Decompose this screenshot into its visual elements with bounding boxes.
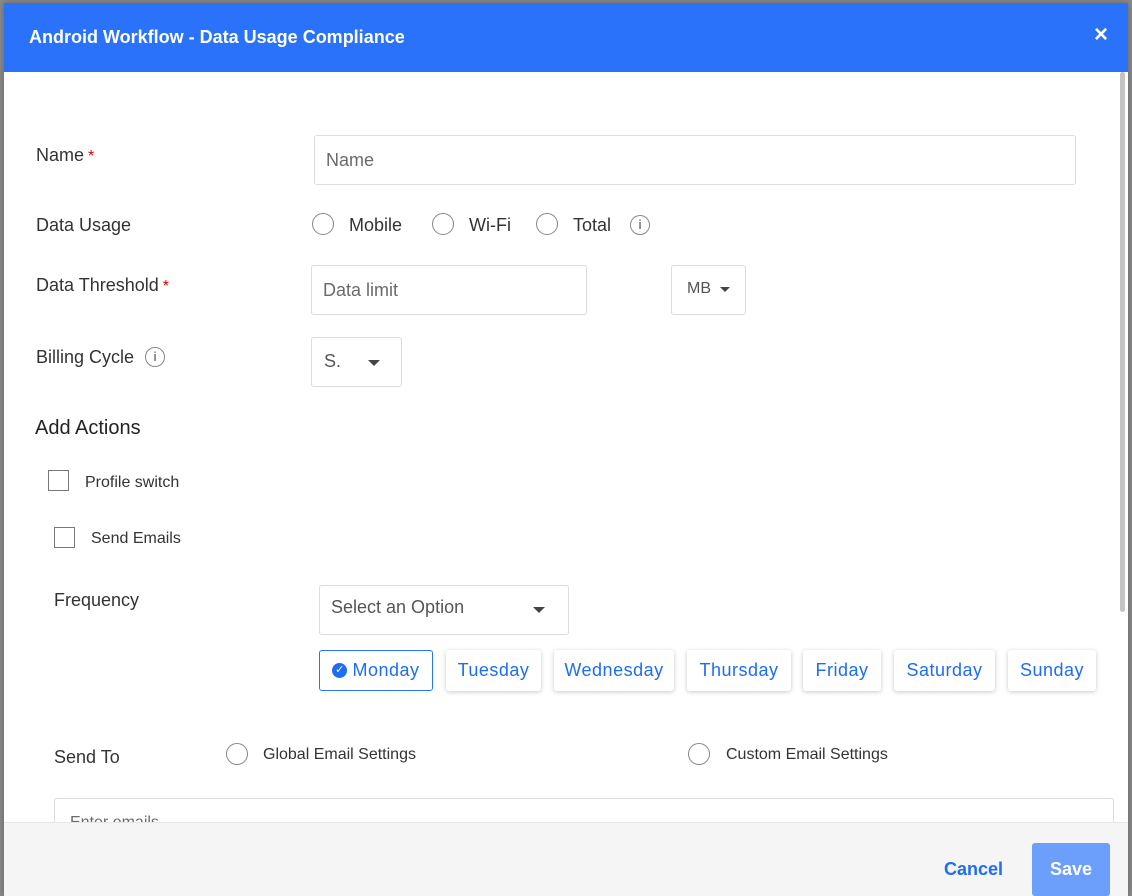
data-threshold-label: Data Threshold * xyxy=(36,275,169,295)
radio-mobile-label: Mobile xyxy=(349,215,403,235)
frequency-label: Frequency xyxy=(54,590,140,610)
required-mark: * xyxy=(162,278,169,295)
info-icon[interactable]: i xyxy=(145,347,165,367)
data-limit-input[interactable] xyxy=(311,265,587,315)
scrollbar[interactable] xyxy=(1120,72,1125,612)
send-to-label: Send To xyxy=(54,747,120,767)
info-icon[interactable]: i xyxy=(630,215,650,235)
modal-title: Android Workflow - Data Usage Compliance xyxy=(29,27,405,47)
unit-dropdown[interactable]: MB xyxy=(671,265,746,315)
send-emails-label: Send Emails xyxy=(91,530,181,547)
day-thursday-button[interactable]: Thursday xyxy=(687,650,791,691)
unit-value: MB xyxy=(687,280,711,297)
profile-switch-label: Profile switch xyxy=(85,474,180,491)
day-friday-button[interactable]: Friday xyxy=(803,650,881,691)
billing-cycle-dropdown[interactable]: S. xyxy=(311,337,402,387)
name-label: Name * xyxy=(36,145,95,165)
add-actions-heading: Add Actions xyxy=(35,417,141,439)
emails-input[interactable] xyxy=(54,798,1114,822)
caret-down-icon xyxy=(368,360,380,366)
save-button[interactable]: Save xyxy=(1032,843,1110,896)
frequency-dropdown[interactable]: Select an Option xyxy=(319,585,569,635)
name-input[interactable] xyxy=(314,135,1076,185)
radio-wifi[interactable] xyxy=(432,213,454,235)
billing-cycle-value: S. xyxy=(324,351,342,371)
required-mark: * xyxy=(88,148,95,165)
billing-cycle-label: Billing Cycle xyxy=(36,347,135,367)
close-icon[interactable]: × xyxy=(1094,21,1108,49)
day-sunday-button[interactable]: Sunday xyxy=(1008,650,1096,691)
radio-custom-email-label: Custom Email Settings xyxy=(726,746,888,763)
caret-down-icon xyxy=(720,287,730,292)
radio-mobile[interactable] xyxy=(312,213,334,235)
data-usage-label: Data Usage xyxy=(36,215,132,235)
modal-body: Name* Data Usage Mobile Wi-Fi Total i Da… xyxy=(4,72,1128,822)
day-wednesday-button[interactable]: Wednesday xyxy=(554,650,674,691)
day-tuesday-button[interactable]: Tuesday xyxy=(446,650,541,691)
day-saturday-button[interactable]: Saturday xyxy=(894,650,995,691)
radio-global-email[interactable] xyxy=(226,743,248,765)
profile-switch-checkbox[interactable] xyxy=(48,470,69,491)
radio-total-label: Total xyxy=(573,215,612,235)
check-circle-icon: ✓ xyxy=(332,663,348,678)
frequency-value: Select an Option xyxy=(331,597,465,617)
send-emails-checkbox[interactable] xyxy=(54,527,75,548)
modal-header: Android Workflow - Data Usage Compliance… xyxy=(4,3,1128,72)
modal-footer: Cancel Save xyxy=(4,822,1128,896)
modal-dialog: Android Workflow - Data Usage Compliance… xyxy=(4,3,1128,896)
radio-total[interactable] xyxy=(536,213,558,235)
cancel-button[interactable]: Cancel xyxy=(944,859,1003,880)
radio-global-email-label: Global Email Settings xyxy=(263,746,416,763)
caret-down-icon xyxy=(533,607,545,613)
day-monday-button[interactable]: ✓ Monday xyxy=(319,650,433,691)
radio-wifi-label: Wi-Fi xyxy=(469,215,511,235)
radio-custom-email[interactable] xyxy=(688,743,710,765)
